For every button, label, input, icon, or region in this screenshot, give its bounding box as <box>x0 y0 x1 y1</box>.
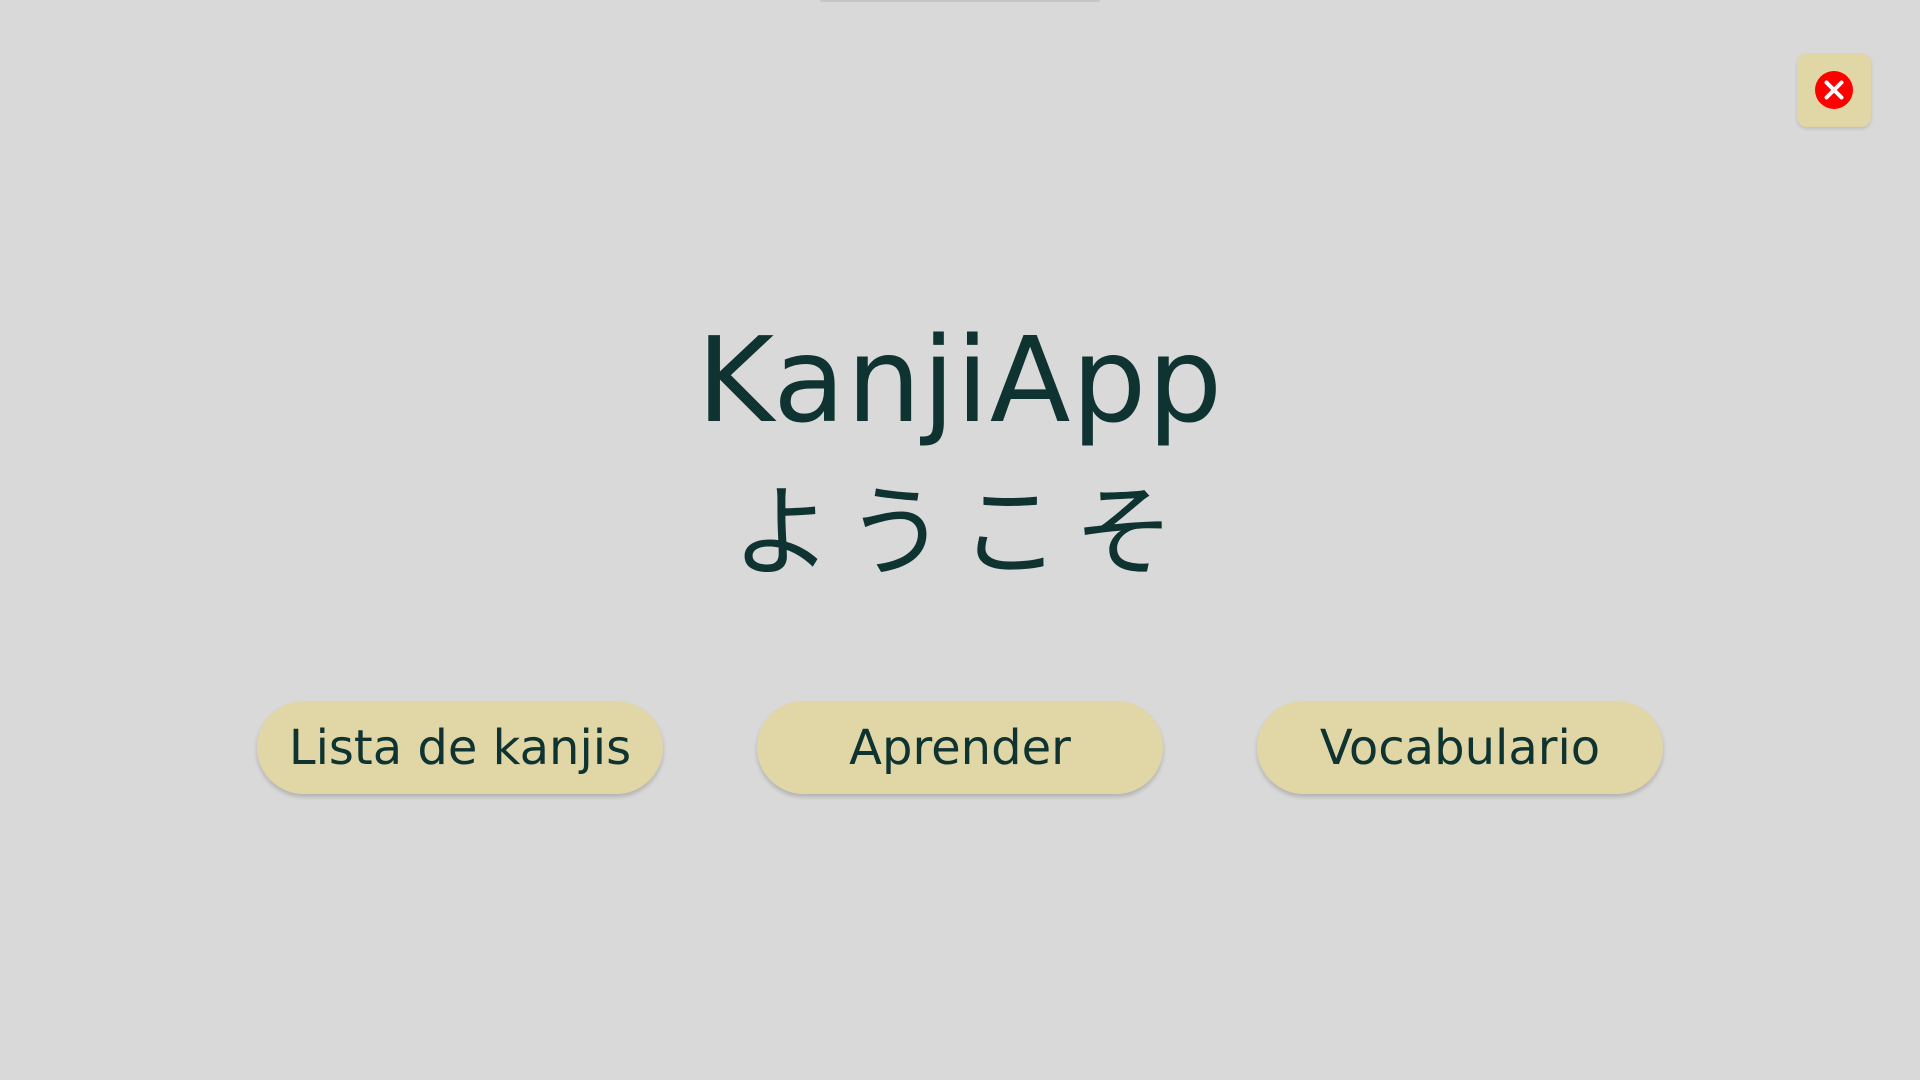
vocabulary-button[interactable]: Vocabulario <box>1257 701 1663 794</box>
welcome-subtitle: ようこそ <box>732 474 1188 591</box>
kanji-list-button[interactable]: Lista de kanjis <box>257 701 663 794</box>
app-title: KanjiApp <box>696 311 1224 449</box>
close-icon <box>1815 71 1853 109</box>
window-drag-handle[interactable] <box>820 0 1100 2</box>
close-button[interactable] <box>1797 53 1871 127</box>
app-window: KanjiApp ようこそ Lista de kanjis Aprender V… <box>0 0 1920 1080</box>
learn-button[interactable]: Aprender <box>757 701 1163 794</box>
